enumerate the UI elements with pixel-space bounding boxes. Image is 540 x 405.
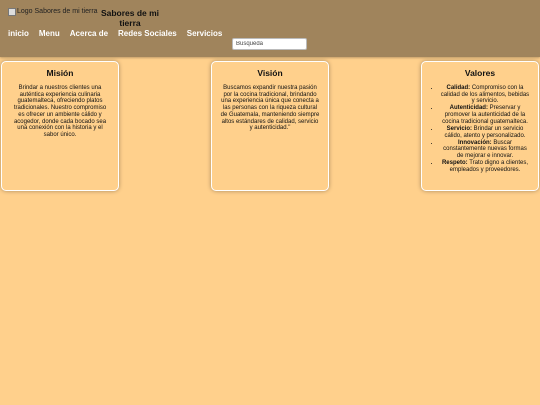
valores-list: Calidad: Compromiso con la calidad de lo… (430, 85, 530, 173)
list-item: Calidad: Compromiso con la calidad de lo… (440, 85, 530, 105)
valores-card: Valores Calidad: Compromiso con la calid… (421, 61, 539, 191)
value-term: Respeto: (441, 159, 468, 166)
list-item: Autenticidad: Preservar y promover la au… (440, 105, 530, 125)
site-title: Sabores de mi tierra (100, 8, 160, 28)
main-nav: inicio Menu Acerca de Redes Sociales Ser… (8, 29, 222, 38)
mision-text: Brindar a nuestros clientes una auténtic… (13, 85, 107, 138)
mision-title: Misión (46, 68, 74, 78)
broken-image-icon (8, 8, 16, 16)
list-item: Innovación: Buscar constantemente nuevas… (440, 140, 530, 160)
vision-text: Buscamos expandir nuestra pasión por la … (220, 85, 320, 132)
logo[interactable]: Logo Sabores de mi tierra (8, 8, 98, 16)
nav-item-redes-sociales[interactable]: Redes Sociales (118, 29, 177, 38)
vision-card: Visión Buscamos expandir nuestra pasión … (211, 61, 329, 191)
nav-item-acerca-de[interactable]: Acerca de (70, 29, 108, 38)
valores-title: Valores (464, 68, 496, 78)
nav-item-servicios[interactable]: Servicios (187, 29, 223, 38)
value-term: Innovación: (457, 139, 492, 146)
nav-item-inicio[interactable]: inicio (8, 29, 29, 38)
value-term: Autenticidad: (449, 105, 488, 112)
value-term: Calidad: (446, 85, 471, 91)
vision-title: Visión (257, 68, 283, 78)
site-header: Logo Sabores de mi tierra Sabores de mi … (0, 0, 540, 57)
value-term: Servicio: (446, 125, 472, 132)
list-item: Servicio: Brindar un servicio cálido, at… (440, 126, 530, 139)
mision-card: Misión Brindar a nuestros clientes una a… (1, 61, 119, 191)
nav-item-menu[interactable]: Menu (39, 29, 60, 38)
logo-alt-text: Logo Sabores de mi tierra (17, 8, 98, 15)
search-input[interactable] (232, 38, 307, 50)
list-item: Respeto: Trato digno a clientes, emplead… (440, 160, 530, 173)
